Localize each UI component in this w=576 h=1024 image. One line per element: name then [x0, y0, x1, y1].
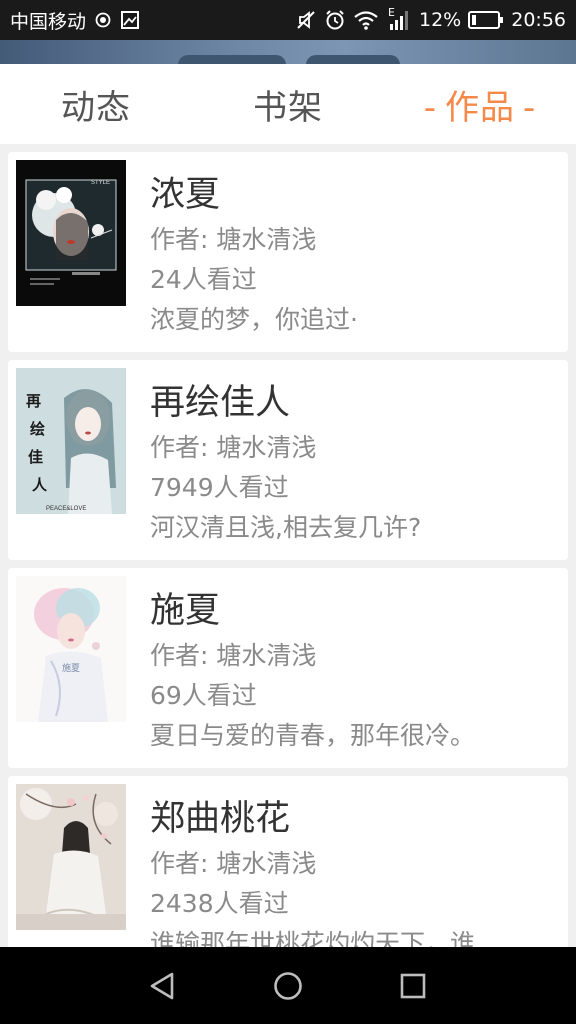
cover-footer-text: PEACE&LOVE — [46, 506, 86, 512]
book-views: 24人看过 — [150, 265, 257, 294]
wifi-icon — [353, 9, 379, 31]
cover-title-char-1: 再 — [26, 392, 41, 410]
tab-dynamics[interactable]: 动态 — [0, 80, 192, 129]
header-background — [0, 40, 576, 75]
battery-percent: 12% — [419, 9, 462, 31]
book-title[interactable]: 再绘佳人 — [150, 378, 558, 428]
tab-works-label: 作品 — [445, 87, 515, 128]
book-cover[interactable] — [16, 784, 126, 930]
image-icon — [120, 10, 140, 30]
carrier-label: 中国移动 — [10, 10, 87, 33]
cover-title-char-2: 绘 — [30, 420, 45, 438]
book-info: 浓夏 作者: 塘水清浅 24人看过 浓夏的梦，你追过· — [150, 170, 558, 340]
tab-dynamics-label: 动态 — [61, 87, 131, 128]
book-info: 施夏 作者: 塘水清浅 69人看过 夏日与爱的青春，那年很冷。 — [150, 586, 558, 756]
tab-works[interactable]: - 作品 - — [384, 80, 576, 129]
recents-button[interactable] — [383, 956, 443, 1016]
book-card[interactable]: STYLE 浓夏 作者: 塘水清浅 24人看过 浓夏的梦，你追过· — [8, 152, 568, 352]
network-type-label: E — [388, 6, 395, 19]
cover-title-char-3: 佳 — [28, 448, 43, 466]
book-cover[interactable]: 再 绘 佳 人 PEACE&LOVE — [16, 368, 126, 514]
book-intro: 谁输那年世桃花灼灼天下，谁 — [150, 929, 476, 947]
book-card[interactable]: 郑曲桃花 作者: 塘水清浅 2438人看过 谁输那年世桃花灼灼天下，谁 — [8, 776, 568, 947]
active-indicator-left: - — [423, 87, 437, 128]
book-card[interactable]: 施夏 施夏 作者: 塘水清浅 69人看过 夏日与爱的青春，那年很冷。 — [8, 568, 568, 768]
book-views: 69人看过 — [150, 681, 257, 710]
book-title[interactable]: 浓夏 — [150, 170, 558, 220]
back-button[interactable] — [133, 956, 193, 1016]
clock-time: 20:56 — [511, 9, 566, 31]
book-author: 作者: 塘水清浅 — [150, 641, 317, 670]
book-card[interactable]: 再 绘 佳 人 PEACE&LOVE 再绘佳人 作者: 塘水清浅 7949人看过… — [8, 360, 568, 560]
book-cover[interactable]: STYLE — [16, 160, 126, 306]
mute-icon — [295, 9, 317, 31]
system-nav-bar — [0, 947, 576, 1024]
home-circle-icon — [274, 971, 302, 1000]
book-author: 作者: 塘水清浅 — [150, 433, 317, 462]
book-info: 郑曲桃花 作者: 塘水清浅 2438人看过 谁输那年世桃花灼灼天下，谁 — [150, 794, 558, 947]
book-views: 2438人看过 — [150, 889, 289, 918]
signal-icon: E — [386, 6, 412, 32]
book-author: 作者: 塘水清浅 — [150, 849, 317, 878]
book-cover[interactable]: 施夏 — [16, 576, 126, 722]
book-list: STYLE 浓夏 作者: 塘水清浅 24人看过 浓夏的梦，你追过· 再 绘 佳 … — [0, 144, 576, 947]
book-info: 再绘佳人 作者: 塘水清浅 7949人看过 河汉清且浅,相去复几许? — [150, 378, 558, 548]
book-author: 作者: 塘水清浅 — [150, 225, 317, 254]
book-intro: 浓夏的梦，你追过· — [150, 305, 358, 334]
status-bar: 中国移动 E 12% 20:56 — [0, 0, 576, 40]
active-indicator-right: - — [523, 87, 537, 128]
home-button[interactable] — [258, 956, 318, 1016]
back-triangle-icon — [150, 972, 173, 999]
recents-square-icon — [401, 973, 426, 998]
cover-title-text: 施夏 — [62, 662, 80, 674]
hotspot-icon — [93, 10, 113, 30]
tab-bookshelf-label: 书架 — [253, 87, 323, 128]
cover-title-char-4: 人 — [32, 476, 48, 494]
cover-style-text: STYLE — [91, 180, 110, 186]
book-intro: 河汉清且浅,相去复几许? — [150, 513, 422, 542]
book-title[interactable]: 郑曲桃花 — [150, 794, 558, 844]
tab-bookshelf[interactable]: 书架 — [192, 80, 384, 129]
book-intro: 夏日与爱的青春，那年很冷。 — [150, 721, 476, 750]
alarm-icon — [324, 9, 346, 31]
book-views: 7949人看过 — [150, 473, 289, 502]
tab-bar: 动态 书架 - 作品 - — [0, 64, 576, 144]
battery-icon — [468, 10, 504, 30]
book-title[interactable]: 施夏 — [150, 586, 558, 636]
